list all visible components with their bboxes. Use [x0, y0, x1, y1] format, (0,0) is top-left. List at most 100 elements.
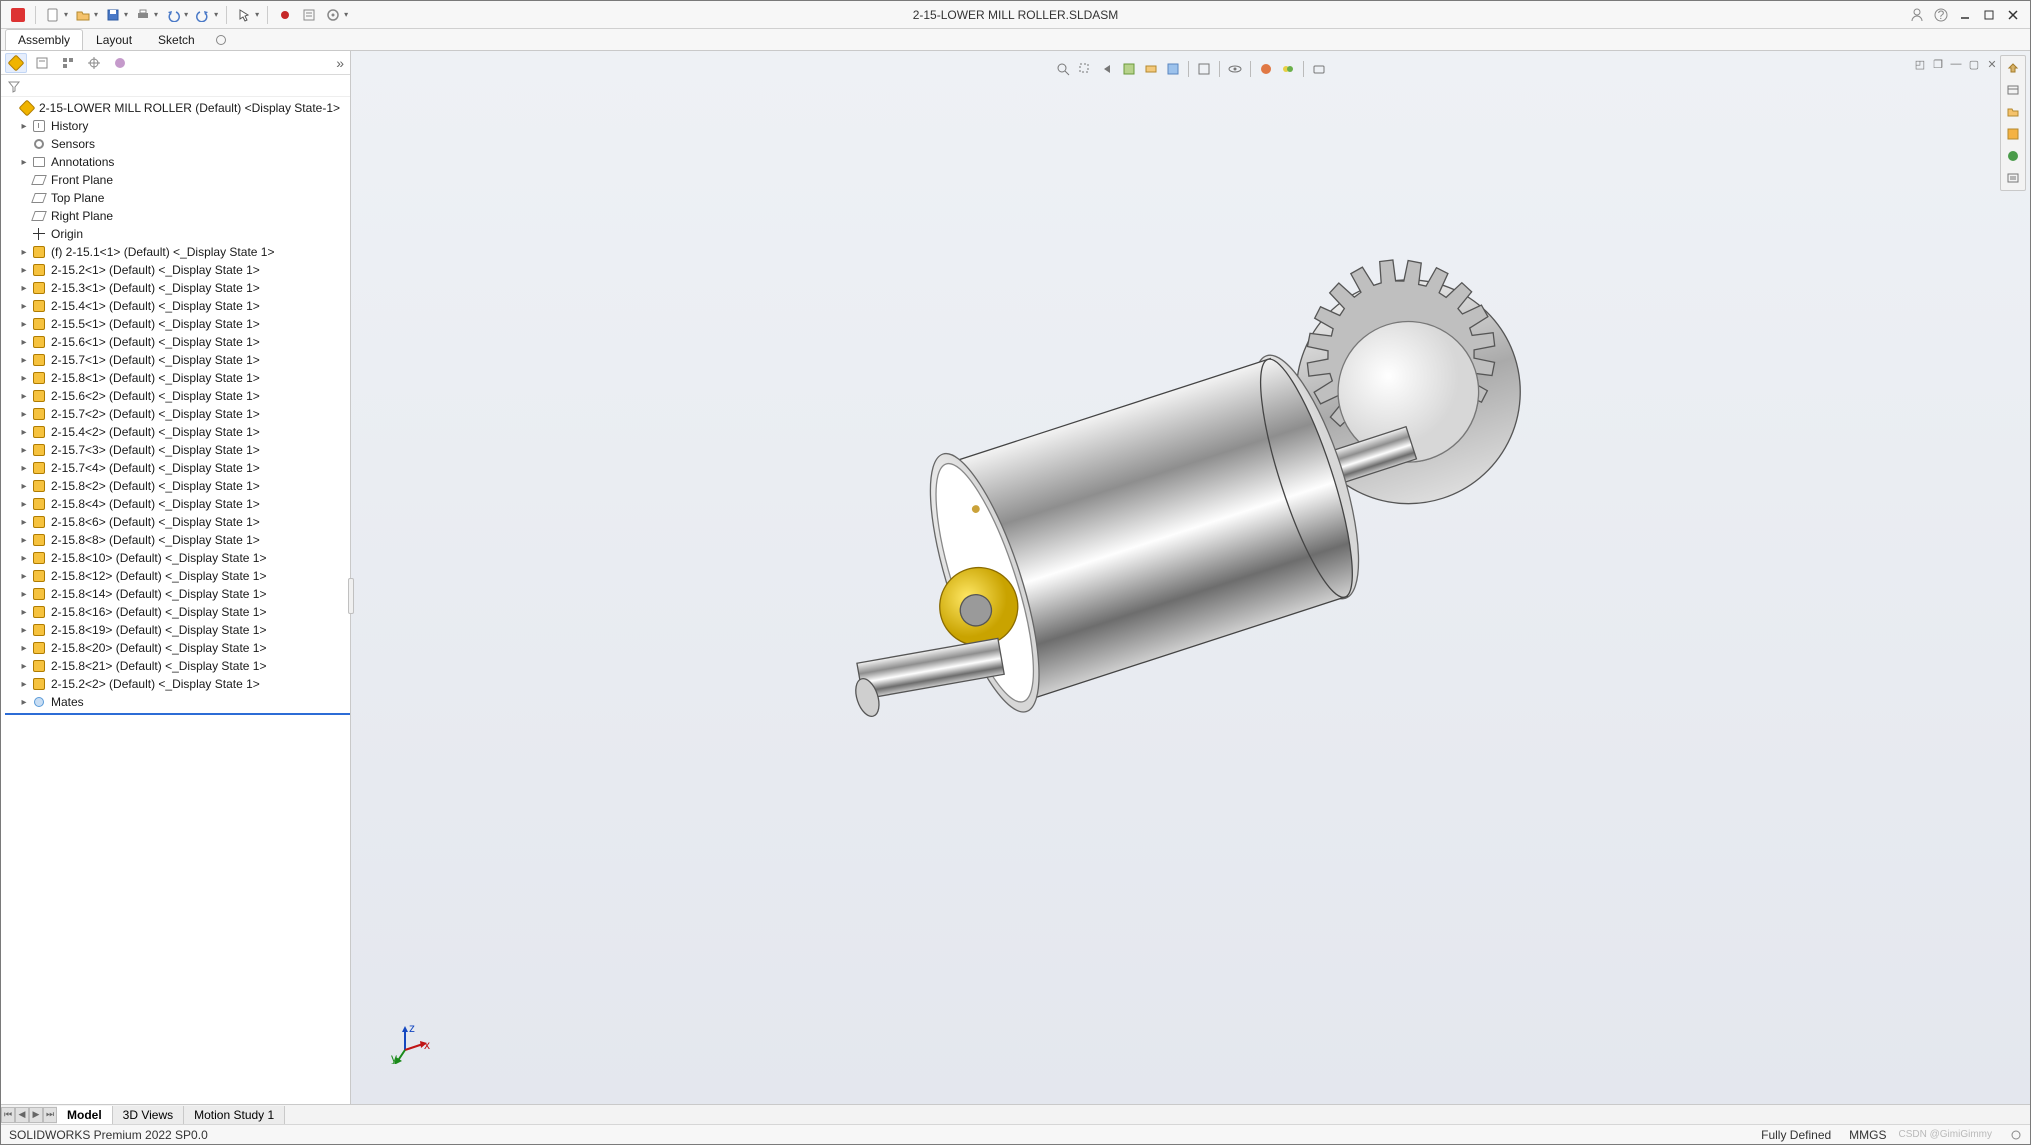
- open-file-button[interactable]: [72, 4, 94, 26]
- tree-item[interactable]: Front Plane: [5, 171, 350, 189]
- dimxpert-manager-tab[interactable]: [83, 53, 105, 73]
- feature-manager-tab[interactable]: [5, 53, 27, 73]
- dropdown-icon[interactable]: ▾: [64, 10, 68, 19]
- tree-component[interactable]: ▸2-15.7<2> (Default) <_Display State 1>: [5, 405, 350, 423]
- dropdown-icon[interactable]: ▾: [124, 10, 128, 19]
- tree-component[interactable]: ▸2-15.8<8> (Default) <_Display State 1>: [5, 531, 350, 549]
- property-manager-tab[interactable]: [31, 53, 53, 73]
- display-style-icon[interactable]: [1194, 59, 1214, 79]
- save-button[interactable]: [102, 4, 124, 26]
- tree-component[interactable]: ▸2-15.4<1> (Default) <_Display State 1>: [5, 297, 350, 315]
- close-button[interactable]: [2002, 4, 2024, 26]
- doc-minimize-button[interactable]: —: [1948, 57, 1964, 71]
- configuration-manager-tab[interactable]: [57, 53, 79, 73]
- tree-component[interactable]: ▸2-15.8<21> (Default) <_Display State 1>: [5, 657, 350, 675]
- tree-component[interactable]: ▸2-15.8<6> (Default) <_Display State 1>: [5, 513, 350, 531]
- print-button[interactable]: [132, 4, 154, 26]
- apply-scene-icon[interactable]: [1278, 59, 1298, 79]
- tab-model[interactable]: Model: [57, 1106, 113, 1124]
- tree-item[interactable]: ▸Annotations: [5, 153, 350, 171]
- dropdown-icon[interactable]: ▾: [344, 10, 348, 19]
- file-explorer-icon[interactable]: [2003, 102, 2023, 122]
- user-account-icon[interactable]: [1906, 4, 1928, 26]
- dropdown-icon[interactable]: ▾: [94, 10, 98, 19]
- tree-item[interactable]: ▸History: [5, 117, 350, 135]
- undo-button[interactable]: [162, 4, 184, 26]
- edit-appearance-icon[interactable]: [1256, 59, 1276, 79]
- rollback-bar[interactable]: [5, 713, 350, 715]
- tree-component[interactable]: ▸2-15.7<3> (Default) <_Display State 1>: [5, 441, 350, 459]
- tree-component[interactable]: ▸2-15.6<1> (Default) <_Display State 1>: [5, 333, 350, 351]
- view-settings-icon[interactable]: [1309, 59, 1329, 79]
- tree-component[interactable]: ▸2-15.8<10> (Default) <_Display State 1>: [5, 549, 350, 567]
- tab-3d-views[interactable]: 3D Views: [113, 1106, 184, 1124]
- pin-ribbon-icon[interactable]: [216, 35, 226, 45]
- orientation-triad[interactable]: z x y: [391, 1024, 431, 1064]
- tree-component[interactable]: ▸2-15.8<20> (Default) <_Display State 1>: [5, 639, 350, 657]
- tree-root-assembly[interactable]: 2-15-LOWER MILL ROLLER (Default) <Displa…: [5, 99, 350, 117]
- last-tab-button[interactable]: ⏭: [43, 1107, 57, 1123]
- doc-maximize-button[interactable]: ▢: [1966, 57, 1982, 71]
- tree-component[interactable]: ▸(f) 2-15.1<1> (Default) <_Display State…: [5, 243, 350, 261]
- tree-item[interactable]: Right Plane: [5, 207, 350, 225]
- view-orientation-icon[interactable]: [1163, 59, 1183, 79]
- tree-item[interactable]: Top Plane: [5, 189, 350, 207]
- tree-component[interactable]: ▸2-15.7<4> (Default) <_Display State 1>: [5, 459, 350, 477]
- panel-splitter[interactable]: [348, 578, 354, 614]
- tree-component[interactable]: ▸2-15.5<1> (Default) <_Display State 1>: [5, 315, 350, 333]
- first-tab-button[interactable]: ⏮: [1, 1107, 15, 1123]
- design-library-icon[interactable]: [2003, 80, 2023, 100]
- hide-show-items-icon[interactable]: [1225, 59, 1245, 79]
- tree-component[interactable]: ▸2-15.8<12> (Default) <_Display State 1>: [5, 567, 350, 585]
- more-managers-icon[interactable]: »: [336, 55, 344, 71]
- tree-item[interactable]: Sensors: [5, 135, 350, 153]
- tab-layout[interactable]: Layout: [83, 29, 145, 50]
- feature-tree[interactable]: 2-15-LOWER MILL ROLLER (Default) <Displa…: [1, 97, 350, 1104]
- tree-component[interactable]: ▸2-15.8<19> (Default) <_Display State 1>: [5, 621, 350, 639]
- tree-component[interactable]: ▸2-15.8<16> (Default) <_Display State 1>: [5, 603, 350, 621]
- tree-mates[interactable]: ▸ Mates: [5, 693, 350, 711]
- dropdown-icon[interactable]: ▾: [184, 10, 188, 19]
- solidworks-resources-icon[interactable]: [2003, 58, 2023, 78]
- prev-tab-button[interactable]: ◀: [15, 1107, 29, 1123]
- filter-icon[interactable]: [7, 79, 21, 93]
- tree-item[interactable]: Origin: [5, 225, 350, 243]
- graphics-viewport[interactable]: ◰ ❐ — ▢ ✕: [351, 51, 2030, 1104]
- new-file-button[interactable]: [42, 4, 64, 26]
- tree-component[interactable]: ▸2-15.7<1> (Default) <_Display State 1>: [5, 351, 350, 369]
- tree-component[interactable]: ▸2-15.8<1> (Default) <_Display State 1>: [5, 369, 350, 387]
- display-manager-tab[interactable]: [109, 53, 131, 73]
- dropdown-icon[interactable]: ▾: [255, 10, 259, 19]
- tree-component[interactable]: ▸2-15.3<1> (Default) <_Display State 1>: [5, 279, 350, 297]
- doc-restore-icon[interactable]: ❐: [1930, 57, 1946, 71]
- section-view-icon[interactable]: [1119, 59, 1139, 79]
- dropdown-icon[interactable]: ▾: [154, 10, 158, 19]
- options-button[interactable]: [322, 4, 344, 26]
- zoom-to-area-icon[interactable]: [1075, 59, 1095, 79]
- tree-component[interactable]: ▸2-15.8<14> (Default) <_Display State 1>: [5, 585, 350, 603]
- tab-motion-study[interactable]: Motion Study 1: [184, 1106, 285, 1124]
- redo-button[interactable]: [192, 4, 214, 26]
- tree-component[interactable]: ▸2-15.4<2> (Default) <_Display State 1>: [5, 423, 350, 441]
- minimize-button[interactable]: [1954, 4, 1976, 26]
- tab-assembly[interactable]: Assembly: [5, 29, 83, 50]
- tree-component[interactable]: ▸2-15.2<2> (Default) <_Display State 1>: [5, 675, 350, 693]
- doc-pin-icon[interactable]: ◰: [1912, 57, 1928, 71]
- rebuild-button[interactable]: [274, 4, 296, 26]
- tree-component[interactable]: ▸2-15.2<1> (Default) <_Display State 1>: [5, 261, 350, 279]
- doc-close-button[interactable]: ✕: [1984, 57, 2000, 71]
- view-palette-icon[interactable]: [2003, 124, 2023, 144]
- maximize-button[interactable]: [1978, 4, 2000, 26]
- help-icon[interactable]: ?: [1930, 4, 1952, 26]
- file-properties-button[interactable]: [298, 4, 320, 26]
- tab-sketch[interactable]: Sketch: [145, 29, 208, 50]
- tree-component[interactable]: ▸2-15.6<2> (Default) <_Display State 1>: [5, 387, 350, 405]
- tree-component[interactable]: ▸2-15.8<4> (Default) <_Display State 1>: [5, 495, 350, 513]
- select-button[interactable]: [233, 4, 255, 26]
- dynamic-annotation-icon[interactable]: [1141, 59, 1161, 79]
- previous-view-icon[interactable]: [1097, 59, 1117, 79]
- status-units[interactable]: MMGS: [1849, 1128, 1886, 1142]
- dropdown-icon[interactable]: ▾: [214, 10, 218, 19]
- zoom-to-fit-icon[interactable]: [1053, 59, 1073, 79]
- next-tab-button[interactable]: ▶: [29, 1107, 43, 1123]
